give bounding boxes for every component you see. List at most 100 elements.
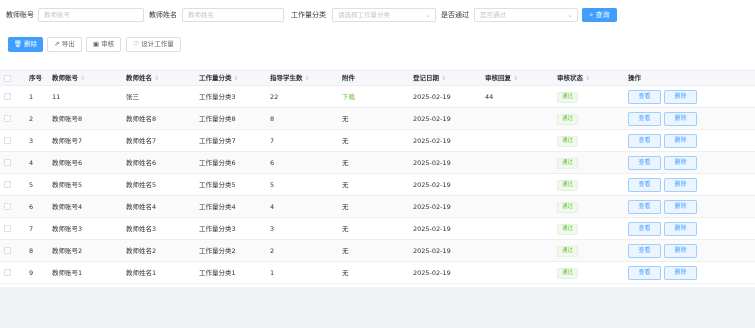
col-account[interactable]: 教师账号 ⇕ [52,71,85,86]
sort-icon: ⇕ [585,75,591,82]
row-checkbox[interactable] [4,93,11,100]
cell-name: 教师姓名5 [126,181,157,189]
view-button[interactable]: 查看 [628,178,661,192]
delete-button[interactable]: 🗑 删除 [8,37,43,52]
review-button-label: 审核 [101,40,115,48]
query-button-label: 查询 [595,11,610,19]
teacher-account-input[interactable]: 教师账号 [38,8,144,22]
status-badge: 通过 [557,92,578,103]
col-date-label: 登记日期 [413,74,439,82]
row-checkbox[interactable] [4,159,11,166]
view-button[interactable]: 查看 [628,222,661,236]
table-row[interactable]: 6 教师账号4 教师姓名4 工作量分类4 4 无 2025-02-19 通过 查看 删除 [0,196,755,218]
row-checkbox[interactable] [4,203,11,210]
sort-icon: ⇕ [80,75,86,82]
cell-students: 3 [270,225,275,233]
cell-date: 2025-02-19 [413,137,451,145]
design-workload-button-label: 设计工作量 [141,40,174,48]
teacher-name-input[interactable]: 教师姓名 [182,8,284,22]
row-checkbox[interactable] [4,247,11,254]
cell-date: 2025-02-19 [413,225,451,233]
col-date[interactable]: 登记日期 ⇕ [413,71,446,86]
select-all-checkbox[interactable] [4,75,11,82]
view-button[interactable]: 查看 [628,112,661,126]
cell-name: 教师姓名1 [126,269,157,277]
row-checkbox[interactable] [4,137,11,144]
table-row[interactable]: 3 教师账号7 教师姓名7 工作量分类7 7 无 2025-02-19 通过 查看 删除 [0,130,755,152]
download-link[interactable]: 下载 [342,86,355,108]
review-button[interactable]: ▣ 审核 [86,37,121,52]
row-delete-button[interactable]: 删除 [664,156,697,170]
col-status[interactable]: 审核状态 ⇕ [557,71,590,86]
view-button[interactable]: 查看 [628,90,661,104]
view-button[interactable]: 查看 [628,244,661,258]
view-button[interactable]: 查看 [628,266,661,280]
col-attachment: 附件 [342,74,355,82]
passed-select[interactable]: 是否通过 ⌄ [474,8,578,22]
chevron-down-icon: ⌄ [425,11,431,19]
cell-name: 教师姓名4 [126,203,157,211]
cell-students: 4 [270,203,275,211]
row-checkbox[interactable] [4,225,11,232]
cell-students: 6 [270,159,275,167]
row-checkbox[interactable] [4,181,11,188]
row-checkbox[interactable] [4,269,11,276]
col-name[interactable]: 教师姓名 ⇕ [126,71,159,86]
query-button[interactable]: ⌕ 查询 [582,8,617,22]
col-status-label: 审核状态 [557,74,583,82]
view-button[interactable]: 查看 [628,134,661,148]
col-index: 序号 [29,74,42,82]
table-row[interactable]: 2 教师账号8 教师姓名8 工作量分类8 8 无 2025-02-19 通过 查看 删除 [0,108,755,130]
table-row[interactable]: 4 教师账号6 教师姓名6 工作量分类6 6 无 2025-02-19 通过 查看 删除 [0,152,755,174]
status-badge: 通过 [557,202,578,213]
row-checkbox[interactable] [4,115,11,122]
cell-category: 工作量分类4 [199,203,236,211]
cell-index: 4 [29,159,34,167]
row-delete-button[interactable]: 删除 [664,200,697,214]
main-panel: 教师账号 教师账号 教师姓名 教师姓名 工作量分类 请选择工作量分类 ⌄ 是否通过… [0,0,755,287]
cell-category: 工作量分类6 [199,159,236,167]
export-button[interactable]: ⇗ 导出 [47,37,82,52]
row-delete-button[interactable]: 删除 [664,222,697,236]
col-name-label: 教师姓名 [126,74,152,82]
col-category-label: 工作量分类 [199,74,232,82]
teacher-name-placeholder: 教师姓名 [188,11,214,19]
review-icon: ▣ [92,40,100,48]
view-button[interactable]: 查看 [628,200,661,214]
cell-attachment: 无 [342,225,349,233]
table-row[interactable]: 9 教师账号1 教师姓名1 工作量分类1 1 无 2025-02-19 通过 查看 删除 [0,262,755,284]
cell-date: 2025-02-19 [413,247,451,255]
col-students[interactable]: 指导学生数 ⇕ [270,71,310,86]
passed-label: 是否通过 [441,11,469,19]
status-badge: 通过 [557,246,578,257]
row-delete-button[interactable]: 删除 [664,266,697,280]
row-delete-button[interactable]: 删除 [664,112,697,126]
cell-name: 教师姓名8 [126,115,157,123]
sort-icon: ⇕ [441,75,447,82]
cell-account: 教师账号6 [52,159,83,167]
view-button[interactable]: 查看 [628,156,661,170]
cell-account: 11 [52,93,61,101]
cell-date: 2025-02-19 [413,115,451,123]
cell-name: 教师姓名2 [126,247,157,255]
table-row[interactable]: 8 教师账号2 教师姓名2 工作量分类2 2 无 2025-02-19 通过 查看 删除 [0,240,755,262]
table-row[interactable]: 5 教师账号5 教师姓名5 工作量分类5 5 无 2025-02-19 通过 查看 删除 [0,174,755,196]
row-delete-button[interactable]: 删除 [664,178,697,192]
filter-bar: 教师账号 教师账号 教师姓名 教师姓名 工作量分类 请选择工作量分类 ⌄ 是否通过… [0,8,755,22]
design-workload-button[interactable]: ♡ 设计工作量 [126,37,181,52]
cell-category: 工作量分类5 [199,181,236,189]
cell-students: 5 [270,181,275,189]
table-row[interactable]: 7 教师账号3 教师姓名3 工作量分类3 3 无 2025-02-19 通过 查看 删除 [0,218,755,240]
sort-icon: ⇕ [304,75,310,82]
row-delete-button[interactable]: 删除 [664,90,697,104]
work-category-select[interactable]: 请选择工作量分类 ⌄ [332,8,436,22]
row-delete-button[interactable]: 删除 [664,244,697,258]
cell-attachment: 无 [342,203,349,211]
teacher-account-placeholder: 教师账号 [44,11,70,19]
cell-date: 2025-02-19 [413,203,451,211]
col-category[interactable]: 工作量分类 ⇕ [199,71,239,86]
table-row[interactable]: 1 11 张三 工作量分类3 22 下载 2025-02-19 44 通过 查看 删除 [0,86,755,108]
row-delete-button[interactable]: 删除 [664,134,697,148]
teacher-name-label: 教师姓名 [149,11,177,19]
col-reply[interactable]: 审核回复 ⇕ [485,71,518,86]
